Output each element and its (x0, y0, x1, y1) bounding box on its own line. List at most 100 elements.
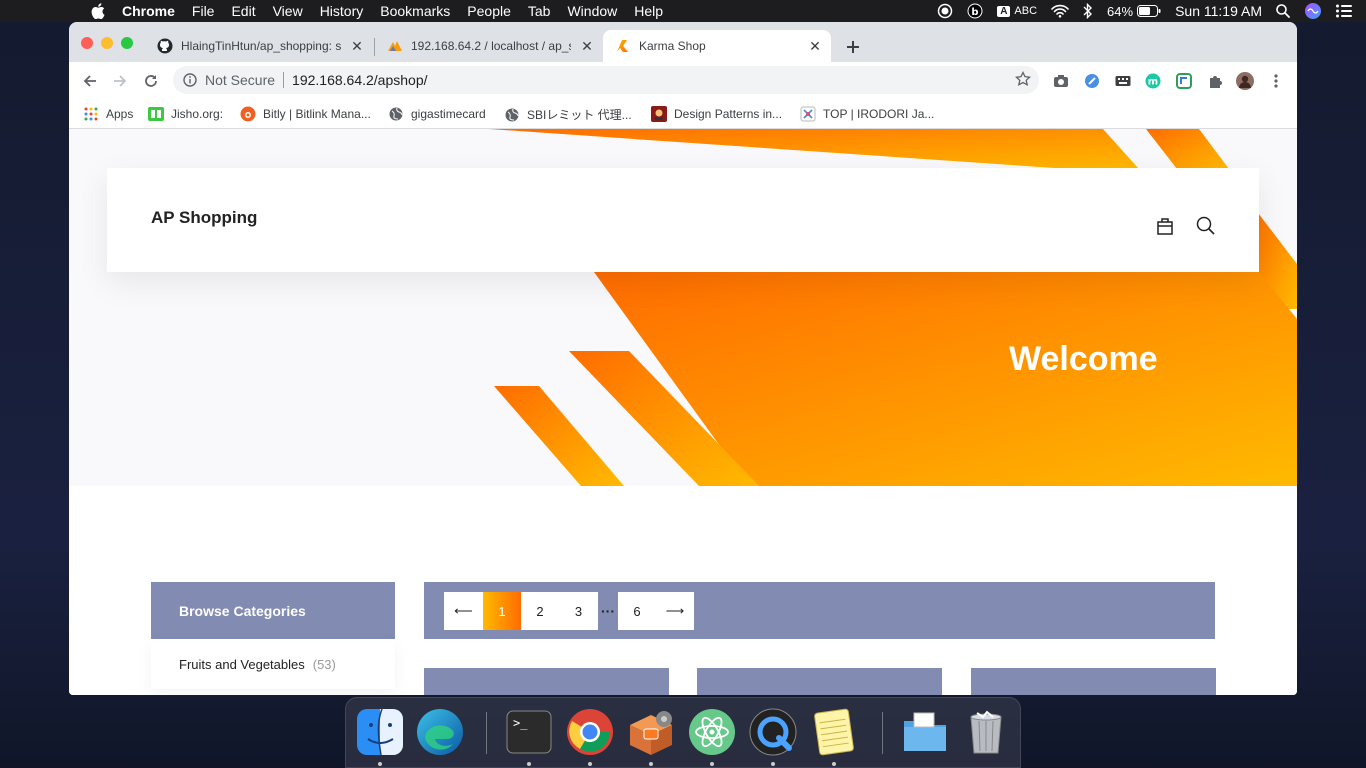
tab-phpmyadmin[interactable]: 192.168.64.2 / localhost / ap_s ✕ (375, 30, 603, 62)
extension-green-icon[interactable] (1175, 72, 1193, 90)
menu-edit[interactable]: Edit (231, 3, 255, 19)
site-header: AP Shopping (107, 168, 1259, 272)
window-minimize-button[interactable] (101, 37, 113, 49)
profile-avatar[interactable] (1236, 72, 1254, 90)
downloads-folder-icon[interactable] (899, 706, 951, 758)
apple-icon[interactable] (88, 3, 108, 19)
reload-icon (145, 75, 157, 87)
tab-title: Karma Shop (639, 39, 706, 53)
bookmark-bitly[interactable]: Bitly | Bitlink Mana... (240, 106, 371, 122)
bookmark-label: SBIレミット 代理... (527, 108, 632, 122)
extension-blue-icon[interactable] (1083, 72, 1101, 90)
bookmark-gigastimecard[interactable]: gigastimecard (388, 106, 486, 122)
plus-icon (847, 41, 859, 53)
back-button[interactable] (79, 70, 101, 92)
trash-icon[interactable] (960, 706, 1012, 758)
wifi-icon[interactable] (1051, 4, 1069, 18)
extension-teal-icon[interactable]: m (1144, 72, 1162, 90)
page-button-current[interactable]: 1 (483, 592, 521, 630)
menu-history[interactable]: History (320, 3, 364, 19)
mac-dock: >_ (345, 697, 1021, 768)
tab-github[interactable]: HlaingTinHtun/ap_shopping: sh ✕ (145, 30, 373, 62)
bookmark-apps[interactable]: Apps (83, 106, 133, 122)
page-button[interactable]: 3 (559, 592, 598, 630)
hero-banner: AP Shopping Welcome (69, 129, 1297, 486)
tab-karma-shop[interactable]: Karma Shop ✕ (603, 30, 831, 62)
category-count: (53) (312, 656, 336, 672)
bookmark-label: Apps (106, 107, 134, 121)
bookmark-sbi-remit[interactable]: SBIレミット 代理... (504, 106, 632, 123)
tab-strip: HlaingTinHtun/ap_shopping: sh ✕ 192.168.… (69, 22, 1297, 62)
bluetooth-icon[interactable] (1083, 3, 1093, 19)
tab-close-icon[interactable]: ✕ (579, 38, 595, 54)
web-page: AP Shopping Welcome Browse Categories Fr… (69, 129, 1297, 695)
dock-separator (486, 712, 487, 754)
atom-icon[interactable] (686, 706, 738, 758)
menu-app-name[interactable]: Chrome (122, 3, 175, 19)
site-logo[interactable]: AP Shopping (151, 208, 257, 228)
menu-file[interactable]: File (192, 3, 215, 19)
tab-close-icon[interactable]: ✕ (349, 38, 365, 54)
reload-button[interactable] (140, 70, 162, 92)
chrome-icon[interactable] (564, 706, 616, 758)
input-source[interactable]: A ABC (997, 5, 1037, 17)
prev-page-button[interactable]: ⟵ (444, 592, 483, 630)
search-icon[interactable] (1196, 216, 1216, 236)
battery-status[interactable]: 64% (1107, 4, 1161, 19)
menu-tab[interactable]: Tab (528, 3, 551, 19)
window-zoom-button[interactable] (121, 37, 133, 49)
tab-close-icon[interactable]: ✕ (807, 38, 823, 54)
bookmark-jisho[interactable]: Jisho.org: (148, 106, 223, 122)
bookmark-label: Design Patterns in... (674, 107, 783, 121)
menu-help[interactable]: Help (634, 3, 663, 19)
shopping-bag-icon[interactable] (1155, 216, 1175, 236)
menu-view[interactable]: View (273, 3, 303, 19)
keyboard-extension-icon[interactable] (1114, 72, 1132, 90)
menu-people[interactable]: People (467, 3, 511, 19)
page-button[interactable]: 2 (521, 592, 559, 630)
product-card[interactable] (424, 668, 669, 695)
window-close-button[interactable] (81, 37, 93, 49)
bookmark-design-patterns[interactable]: Design Patterns in... (651, 106, 782, 122)
edge-icon[interactable] (414, 706, 466, 758)
arrow-right-icon (114, 75, 127, 87)
screen-record-icon[interactable] (937, 3, 953, 19)
beats-icon[interactable]: b (967, 3, 983, 19)
bookmark-star-icon[interactable] (1015, 71, 1031, 87)
product-card[interactable] (971, 668, 1216, 695)
extensions-puzzle-icon[interactable] (1206, 72, 1224, 90)
menu-window[interactable]: Window (567, 3, 617, 19)
security-label[interactable]: Not Secure (205, 72, 275, 88)
menu-bookmarks[interactable]: Bookmarks (380, 3, 450, 19)
url-text[interactable]: 192.168.64.2/apshop/ (292, 72, 427, 88)
spotlight-icon[interactable] (1276, 4, 1290, 18)
address-bar[interactable]: Not Secure 192.168.64.2/apshop/ (173, 66, 1039, 94)
quicktime-icon[interactable] (747, 706, 799, 758)
page-button[interactable]: 6 (618, 592, 656, 630)
phpmyadmin-icon (387, 38, 403, 54)
info-icon[interactable] (183, 73, 197, 87)
next-page-button[interactable]: ⟶ (656, 592, 694, 630)
finder-icon[interactable] (354, 706, 406, 758)
running-indicator (771, 762, 775, 766)
new-tab-button[interactable] (841, 35, 865, 59)
forward-button[interactable] (109, 70, 131, 92)
filter-bar: ⟵ 1 2 3 ··· 6 ⟶ (424, 582, 1215, 639)
svg-text:>_: >_ (513, 716, 528, 730)
irodori-icon (800, 106, 816, 122)
bookmark-irodori[interactable]: TOP | IRODORI Ja... (800, 106, 934, 122)
battery-percent: 64% (1107, 3, 1134, 19)
bookmark-label: TOP | IRODORI Ja... (823, 107, 935, 121)
notes-icon[interactable] (808, 706, 860, 758)
siri-icon[interactable] (1304, 2, 1322, 20)
notification-center-icon[interactable] (1336, 4, 1352, 18)
clock[interactable]: Sun 11:19 AM (1175, 3, 1262, 19)
category-item[interactable]: Fruits and Vegetables (53) (151, 639, 395, 689)
xampp-icon[interactable] (625, 706, 677, 758)
chrome-menu-icon[interactable] (1267, 72, 1285, 90)
product-card[interactable] (697, 668, 942, 695)
camera-extension-icon[interactable] (1052, 72, 1070, 90)
bookmark-label: gigastimecard (411, 107, 486, 121)
terminal-icon[interactable]: >_ (503, 706, 555, 758)
browser-toolbar: Not Secure 192.168.64.2/apshop/ m (69, 62, 1297, 100)
